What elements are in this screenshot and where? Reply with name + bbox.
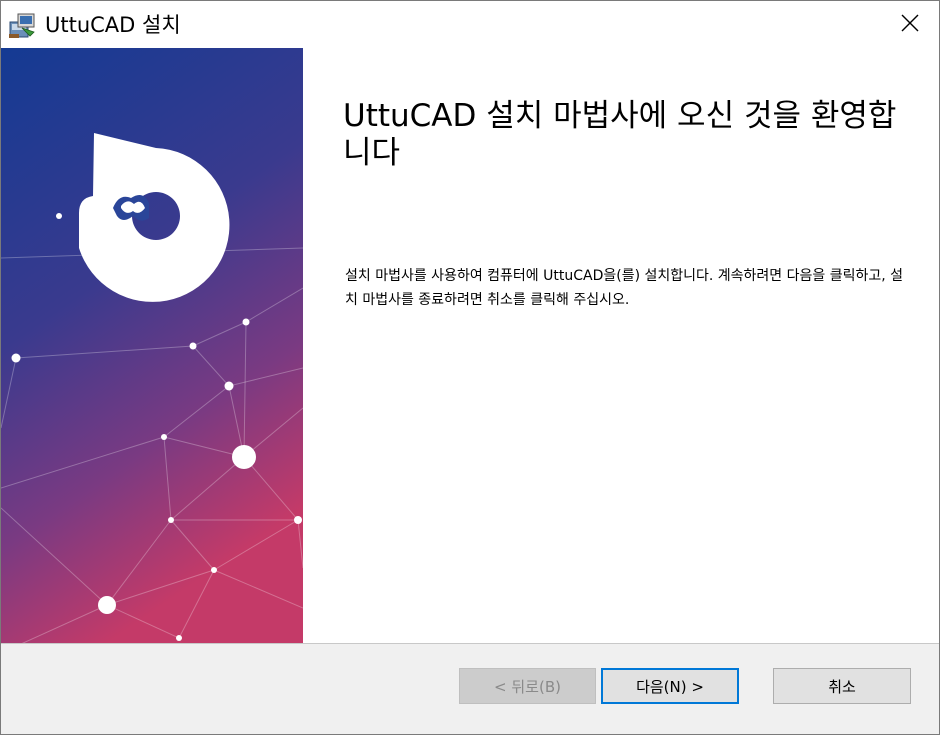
cancel-button[interactable]: 취소 — [773, 668, 911, 704]
installer-package-icon — [8, 10, 38, 40]
content-panel: UttuCAD 설치 마법사에 오신 것을 환영합니다 설치 마법사를 사용하여… — [303, 48, 939, 644]
window-title: UttuCAD 설치 — [45, 13, 181, 37]
welcome-description: 설치 마법사를 사용하여 컴퓨터에 UttuCAD을(를) 설치합니다. 계속하… — [345, 268, 904, 308]
close-icon — [901, 14, 919, 36]
welcome-heading: UttuCAD 설치 마법사에 오신 것을 환영합니다 — [343, 98, 897, 171]
side-banner — [1, 48, 303, 644]
next-button[interactable]: 다음(N) > — [601, 668, 739, 704]
back-button[interactable]: < 뒤로(B) — [459, 668, 596, 704]
close-button[interactable] — [881, 1, 939, 48]
button-bar: < 뒤로(B) 다음(N) > 취소 — [1, 643, 939, 734]
installer-window: UttuCAD 설치 UttuCAD 설치 마법사에 오신 것을 환영합니다 설… — [0, 0, 940, 735]
title-bar: UttuCAD 설치 — [1, 1, 939, 48]
